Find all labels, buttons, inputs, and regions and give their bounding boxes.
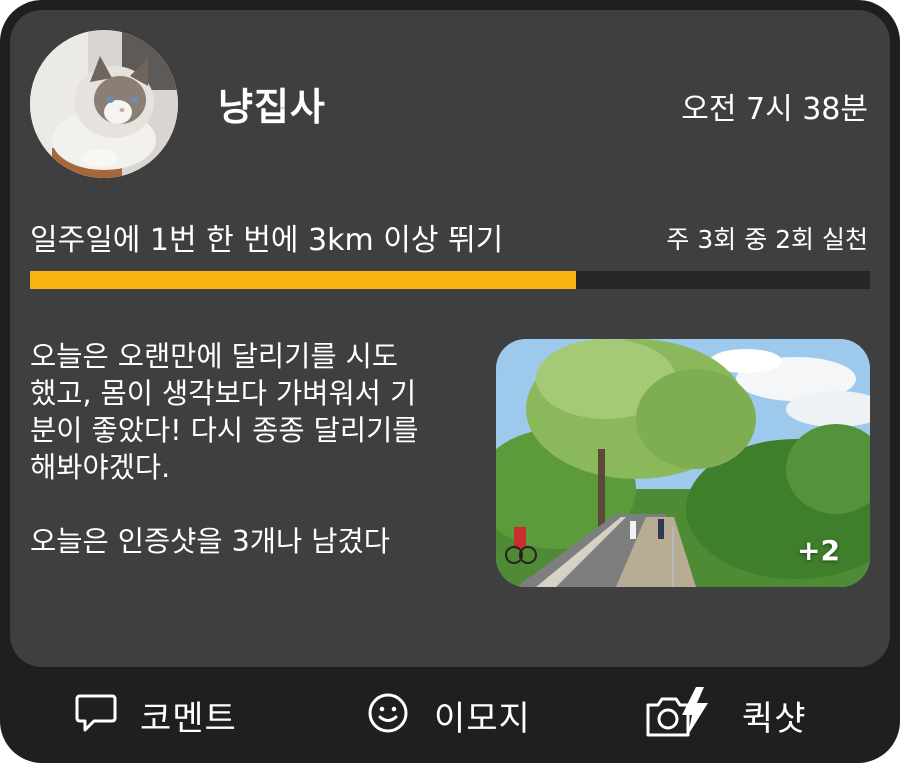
- emoji-button[interactable]: 이모지: [366, 667, 531, 763]
- post-card: 냥집사 오전 7시 38분 일주일에 1번 한 번에 3km 이상 뛰기 주 3…: [10, 10, 890, 667]
- post-action-bar: 코멘트 이모지 퀵샷: [0, 667, 900, 763]
- comment-label: 코멘트: [140, 698, 237, 739]
- goal-status: 주 3회 중 2회 실천: [666, 225, 868, 254]
- quickshot-label: 퀵샷: [742, 698, 807, 739]
- cat-photo: [30, 30, 178, 178]
- goal-progress-fill: [30, 271, 576, 289]
- post-widget: 냥집사 오전 7시 38분 일주일에 1번 한 번에 3km 이상 뛰기 주 3…: [0, 0, 900, 763]
- goal-title: 일주일에 1번 한 번에 3km 이상 뛰기: [30, 223, 504, 258]
- camera-flash-icon: [644, 685, 714, 745]
- post-photo[interactable]: +2: [496, 339, 870, 587]
- speech-bubble-icon: [74, 692, 118, 738]
- post-body-text: 오늘은 오랜만에 달리기를 시도 했고, 몸이 생각보다 가벼워서 기 분이 좋…: [30, 340, 419, 558]
- emoji-label: 이모지: [434, 698, 531, 739]
- goal-progress-bar: [30, 271, 870, 289]
- post-timestamp: 오전 7시 38분: [681, 92, 868, 127]
- smiley-icon: [366, 691, 410, 739]
- avatar[interactable]: [30, 30, 178, 178]
- quickshot-button[interactable]: 퀵샷: [644, 667, 807, 763]
- comment-button[interactable]: 코멘트: [74, 667, 237, 763]
- more-photos-count: +2: [797, 534, 840, 567]
- username[interactable]: 냥집사: [218, 76, 326, 131]
